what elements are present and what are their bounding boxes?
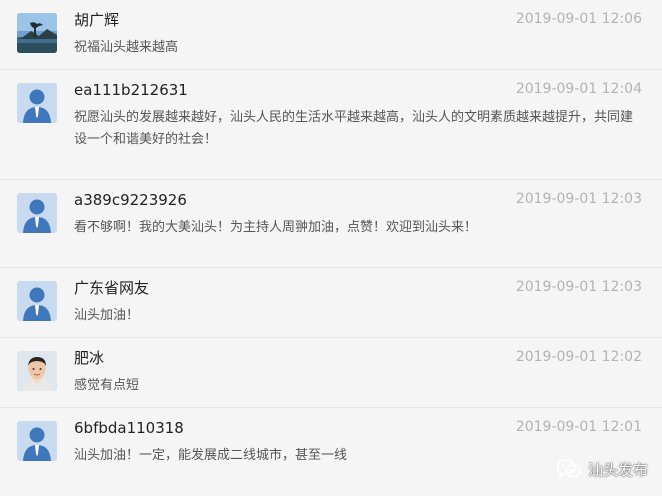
comment-username: a389c9223926 bbox=[74, 191, 187, 209]
comment-timestamp: 2019-09-01 12:04 bbox=[515, 81, 642, 97]
comment-timestamp: 2019-09-01 12:02 bbox=[515, 349, 642, 365]
comment-item: a389c9223926 2019-09-01 12:03 看不够啊！我的大美汕… bbox=[0, 180, 662, 268]
person-photo-avatar[interactable] bbox=[17, 351, 57, 391]
watermark: 汕头发布 bbox=[556, 458, 648, 480]
comment-username: 广东省网友 bbox=[74, 279, 150, 297]
comment-item: 胡广辉 2019-09-01 12:06 祝福汕头越来越高 bbox=[0, 0, 662, 70]
default-user-avatar[interactable] bbox=[17, 83, 57, 123]
comment-text: 看不够啊！我的大美汕头！为主持人周翀加油，点赞！欢迎到汕头来！ bbox=[74, 220, 478, 235]
comment-text: 祝福汕头越来越高 bbox=[74, 40, 179, 55]
comment-timestamp: 2019-09-01 12:06 bbox=[515, 11, 642, 27]
comment-text: 祝愿汕头的发展越来越好，汕头人民的生活水平越来越高，汕头人的文明素质越来越提升，… bbox=[74, 110, 634, 147]
comment-username: 胡广辉 bbox=[74, 11, 120, 29]
default-user-avatar[interactable] bbox=[17, 281, 57, 321]
comment-text: 感觉有点短 bbox=[74, 378, 140, 393]
comment-item: ea111b212631 2019-09-01 12:04 祝愿汕头的发展越来越… bbox=[0, 70, 662, 180]
wechat-icon bbox=[556, 459, 581, 479]
comment-text: 汕头加油！ bbox=[74, 308, 140, 323]
landscape-photo-avatar[interactable] bbox=[17, 13, 57, 53]
comment-username: 6bfbda110318 bbox=[74, 419, 184, 437]
default-user-avatar[interactable] bbox=[17, 421, 57, 461]
comment-timestamp: 2019-09-01 12:03 bbox=[515, 279, 642, 295]
watermark-label: 汕头发布 bbox=[587, 460, 648, 479]
comment-item: 6bfbda110318 2019-09-01 12:01 汕头加油！一定，能发… bbox=[0, 408, 662, 496]
comment-item: 肥冰 2019-09-01 12:02 感觉有点短 bbox=[0, 338, 662, 408]
default-user-avatar[interactable] bbox=[17, 193, 57, 233]
comment-timestamp: 2019-09-01 12:01 bbox=[515, 419, 642, 435]
comment-timestamp: 2019-09-01 12:03 bbox=[515, 191, 642, 207]
comment-text: 汕头加油！一定，能发展成二线城市，甚至一线 bbox=[74, 448, 348, 463]
comment-list: 胡广辉 2019-09-01 12:06 祝福汕头越来越高 ea111b2126… bbox=[0, 0, 662, 496]
comment-item: 广东省网友 2019-09-01 12:03 汕头加油！ bbox=[0, 268, 662, 338]
comment-username: 肥冰 bbox=[74, 349, 105, 367]
comment-username: ea111b212631 bbox=[74, 81, 188, 99]
